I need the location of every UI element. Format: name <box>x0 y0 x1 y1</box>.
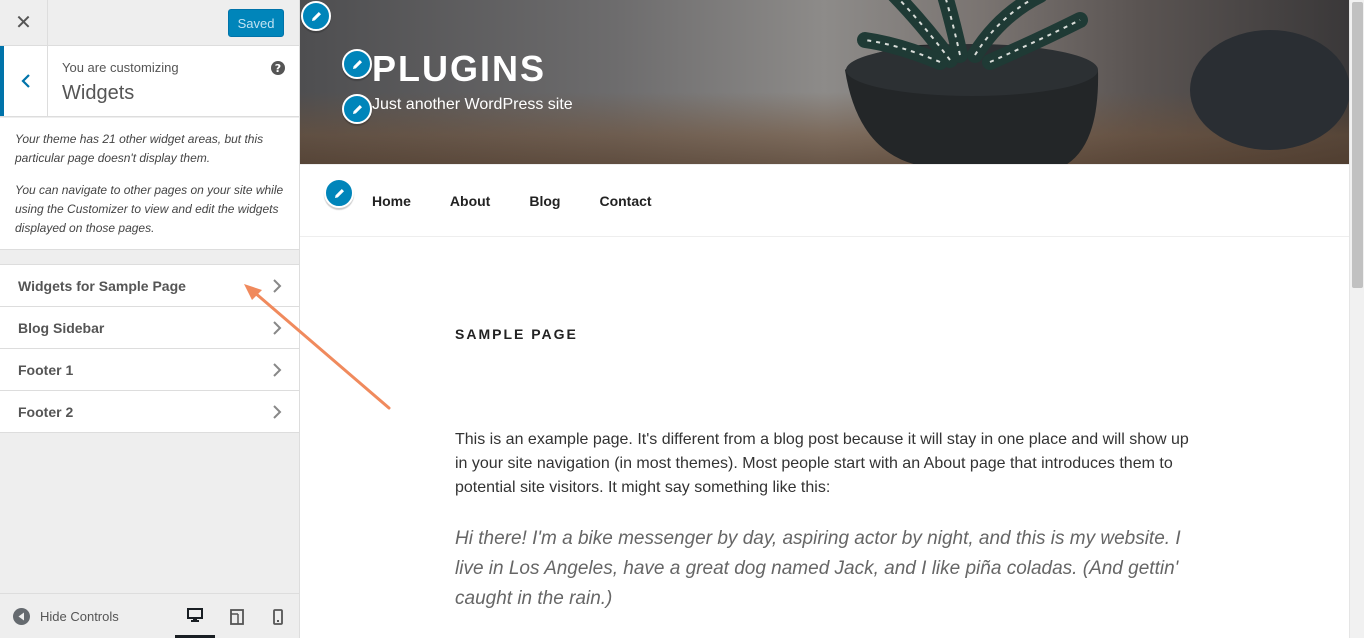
pencil-icon <box>352 59 362 69</box>
widget-areas-notice: Your theme has 21 other widget areas, bu… <box>0 118 299 250</box>
primary-navigation: Home About Blog Contact <box>300 164 1349 237</box>
chevron-right-icon <box>273 279 282 293</box>
notice-text: You can navigate to other pages on your … <box>15 183 284 235</box>
panel-info: You are customizing Widgets ? <box>0 46 299 117</box>
notice-text: Your theme has 21 other widget areas, bu… <box>15 132 264 165</box>
pencil-icon <box>352 104 362 114</box>
section-footer-2[interactable]: Footer 2 <box>0 390 299 433</box>
nav-item-home[interactable]: Home <box>372 193 411 209</box>
nav-item-about[interactable]: About <box>450 193 490 209</box>
back-button[interactable] <box>0 46 48 116</box>
panel-title: Widgets <box>62 82 135 104</box>
page-quote: Hi there! I'm a bike messenger by day, a… <box>455 528 1181 609</box>
section-label: Footer 2 <box>18 404 74 420</box>
help-icon[interactable]: ? <box>271 61 285 75</box>
section-widgets-sample-page[interactable]: Widgets for Sample Page <box>0 264 299 307</box>
nav-menu: Home About Blog Contact <box>372 193 691 209</box>
header-image: PLUGINS Just another WordPress site <box>300 0 1349 164</box>
hide-controls-label: Hide Controls <box>40 609 119 624</box>
section-label: Widgets for Sample Page <box>18 278 186 294</box>
edit-tagline-shortcut[interactable] <box>342 94 372 124</box>
preview-mobile-button[interactable] <box>258 594 298 638</box>
pencil-icon <box>334 188 344 198</box>
mobile-icon <box>273 608 283 625</box>
customizing-label: You are customizing <box>62 60 179 75</box>
page-body-text: This is an example page. It's different … <box>455 431 1189 496</box>
chevron-left-icon <box>20 74 30 88</box>
page-title: SAMPLE PAGE <box>455 326 578 342</box>
save-button[interactable]: Saved <box>228 9 284 37</box>
pencil-icon <box>311 11 321 21</box>
section-label: Footer 1 <box>18 362 74 378</box>
collapse-arrow-icon <box>13 608 30 625</box>
widget-area-list: Widgets for Sample Page Blog Sidebar Foo… <box>0 264 299 433</box>
section-blog-sidebar[interactable]: Blog Sidebar <box>0 306 299 349</box>
chevron-right-icon <box>273 321 282 335</box>
section-label: Blog Sidebar <box>18 320 105 336</box>
edit-site-title-shortcut[interactable] <box>342 49 372 79</box>
preview-scrollbar[interactable] <box>1349 0 1364 638</box>
customizer-sidebar: ✕ Saved You are customizing Widgets ? Yo… <box>0 0 300 638</box>
chevron-right-icon <box>273 405 282 419</box>
desktop-icon <box>187 607 203 622</box>
hide-controls-button[interactable]: Hide Controls <box>13 594 119 638</box>
close-button[interactable]: ✕ <box>0 0 48 45</box>
site-tagline: Just another WordPress site <box>372 96 573 113</box>
edit-header-shortcut[interactable] <box>301 1 331 31</box>
nav-item-contact[interactable]: Contact <box>599 193 651 209</box>
edit-menu-shortcut[interactable] <box>324 178 354 208</box>
customizer-footer: Hide Controls <box>0 593 299 638</box>
nav-item-blog[interactable]: Blog <box>529 193 560 209</box>
site-title[interactable]: PLUGINS <box>372 48 546 90</box>
customizer-header: ✕ Saved <box>0 0 299 46</box>
site-preview: PLUGINS Just another WordPress site Home… <box>300 0 1364 638</box>
scrollbar-thumb[interactable] <box>1352 2 1363 288</box>
preview-desktop-button[interactable] <box>175 594 215 638</box>
section-footer-1[interactable]: Footer 1 <box>0 348 299 391</box>
tablet-icon <box>230 608 244 625</box>
close-icon: ✕ <box>15 11 32 34</box>
chevron-right-icon <box>273 363 282 377</box>
preview-tablet-button[interactable] <box>217 594 257 638</box>
